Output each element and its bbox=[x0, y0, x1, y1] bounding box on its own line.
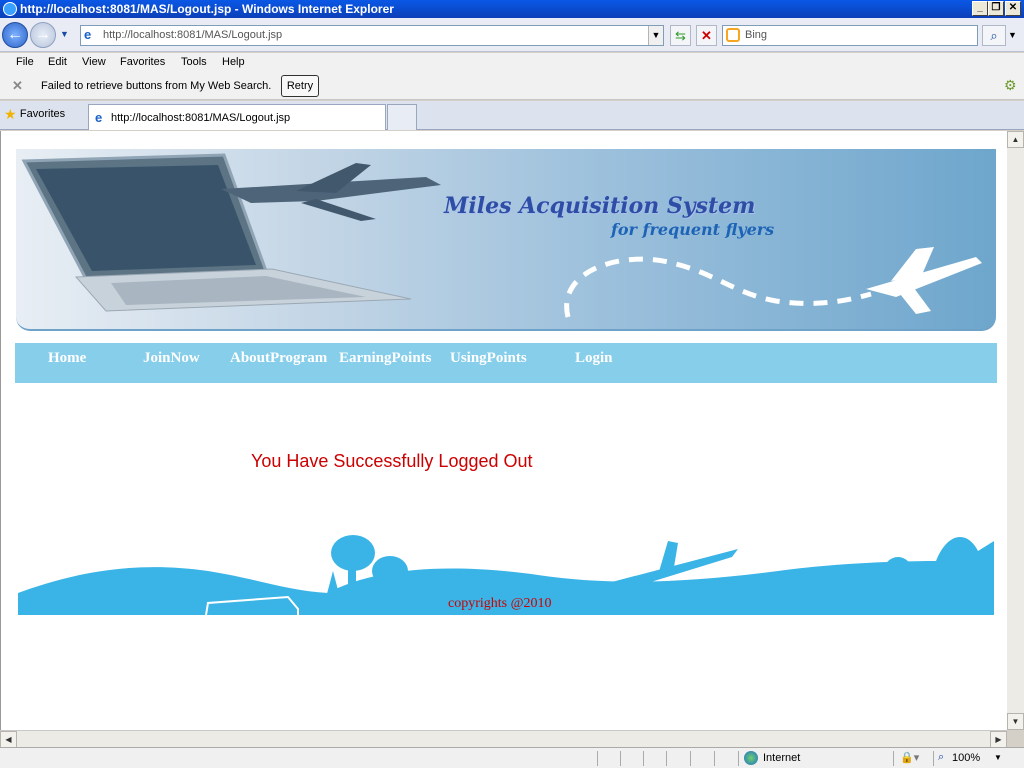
search-options-dropdown[interactable]: ▼ bbox=[1008, 30, 1017, 40]
toolbar-options-icon[interactable]: ⚙ bbox=[1004, 77, 1017, 94]
back-button[interactable]: ← bbox=[2, 22, 28, 48]
toolbar-message: Failed to retrieve buttons from My Web S… bbox=[41, 80, 272, 92]
search-icon: ⌕ bbox=[990, 28, 998, 43]
menu-bar: File Edit View Favorites Tools Help bbox=[0, 53, 1024, 73]
status-divider bbox=[714, 751, 715, 766]
site-banner: Miles Acquisition System for frequent fl… bbox=[16, 149, 996, 331]
status-divider bbox=[690, 751, 691, 766]
address-input[interactable]: http://localhost:8081/MAS/Logout.jsp bbox=[103, 29, 282, 41]
logout-message: You Have Successfully Logged Out bbox=[251, 451, 533, 471]
refresh-icon: ⇆ bbox=[675, 28, 686, 43]
toolbar-info-bar: ✕ Failed to retrieve buttons from My Web… bbox=[0, 73, 1024, 100]
tab-logout[interactable]: e http://localhost:8081/MAS/Logout.jsp bbox=[88, 104, 386, 130]
restore-button[interactable]: ❐ bbox=[988, 1, 1004, 16]
nav-join-now[interactable]: JoinNow bbox=[143, 350, 200, 367]
navigation-bar: ← → ▼ e http://localhost:8081/MAS/Logout… bbox=[0, 18, 1024, 52]
nav-home[interactable]: Home bbox=[48, 350, 86, 367]
refresh-button[interactable]: ⇆ bbox=[670, 25, 691, 46]
address-bar[interactable]: e http://localhost:8081/MAS/Logout.jsp ▼ bbox=[80, 25, 664, 46]
search-input[interactable]: Bing bbox=[745, 29, 767, 41]
status-divider bbox=[738, 751, 739, 766]
status-divider bbox=[597, 751, 598, 766]
menu-view[interactable]: View bbox=[82, 56, 106, 68]
menu-edit[interactable]: Edit bbox=[48, 56, 67, 68]
menu-tools[interactable]: Tools bbox=[181, 56, 207, 68]
scroll-down-icon[interactable]: ▼ bbox=[1007, 713, 1024, 730]
menu-file[interactable]: File bbox=[16, 56, 34, 68]
status-divider bbox=[620, 751, 621, 766]
retry-button[interactable]: Retry bbox=[281, 75, 319, 97]
white-plane-icon bbox=[866, 247, 982, 314]
jet-image bbox=[221, 163, 441, 221]
scroll-up-icon[interactable]: ▲ bbox=[1007, 131, 1024, 148]
ie-icon bbox=[3, 2, 17, 16]
nav-using-points[interactable]: UsingPoints bbox=[450, 350, 527, 367]
favorites-button[interactable]: ★ Favorites bbox=[4, 106, 65, 123]
security-zone: Internet bbox=[763, 752, 801, 764]
status-divider bbox=[643, 751, 644, 766]
bing-logo-icon bbox=[726, 28, 740, 42]
tab-label: http://localhost:8081/MAS/Logout.jsp bbox=[111, 112, 291, 124]
zoom-icon: ⌕ bbox=[938, 751, 945, 763]
footer-scene: copyrights @2010 bbox=[18, 531, 994, 615]
stop-icon: ✕ bbox=[701, 28, 712, 43]
status-divider bbox=[933, 751, 934, 766]
site-nav: Home JoinNow AboutProgram EarningPoints … bbox=[15, 343, 997, 383]
close-toolbar-icon[interactable]: ✕ bbox=[12, 78, 23, 94]
status-divider bbox=[666, 751, 667, 766]
window-title: http://localhost:8081/MAS/Logout.jsp - W… bbox=[20, 2, 394, 16]
forward-arrow-icon: → bbox=[35, 26, 51, 43]
menu-favorites[interactable]: Favorites bbox=[120, 56, 165, 68]
search-button[interactable]: ⌕ bbox=[982, 25, 1006, 46]
new-tab-button[interactable] bbox=[387, 104, 417, 130]
window-title-bar[interactable]: http://localhost:8081/MAS/Logout.jsp - W… bbox=[0, 0, 1024, 18]
page-content: Miles Acquisition System for frequent fl… bbox=[0, 131, 1007, 730]
nav-earning-points[interactable]: EarningPoints bbox=[339, 350, 432, 367]
tab-bar: ★ Favorites e http://localhost:8081/MAS/… bbox=[0, 101, 1024, 130]
forward-button[interactable]: → bbox=[30, 22, 56, 48]
zoom-level[interactable]: 100% bbox=[952, 752, 980, 764]
nav-login[interactable]: Login bbox=[575, 350, 613, 367]
menu-help[interactable]: Help bbox=[222, 56, 245, 68]
close-window-button[interactable]: ✕ bbox=[1005, 1, 1021, 16]
minimize-button[interactable]: _ bbox=[972, 1, 988, 16]
scroll-corner bbox=[1007, 730, 1024, 747]
favorites-label: Favorites bbox=[19, 108, 66, 120]
status-divider bbox=[893, 751, 894, 766]
recent-pages-dropdown[interactable]: ▼ bbox=[60, 29, 69, 39]
scroll-left-icon[interactable]: ◀ bbox=[0, 731, 17, 748]
copyright-text: copyrights @2010 bbox=[448, 596, 552, 611]
globe-icon bbox=[744, 751, 758, 765]
horizontal-scrollbar[interactable]: ◀ ▶ bbox=[0, 730, 1007, 748]
star-icon: ★ bbox=[4, 106, 17, 122]
address-dropdown-button[interactable]: ▼ bbox=[648, 26, 663, 45]
page-icon: e bbox=[95, 110, 103, 125]
nav-about-program[interactable]: AboutProgram bbox=[230, 350, 327, 367]
stop-button[interactable]: ✕ bbox=[696, 25, 717, 46]
banner-artwork bbox=[21, 153, 982, 318]
page-icon: e bbox=[84, 27, 92, 42]
back-arrow-icon: ← bbox=[7, 26, 23, 43]
scroll-right-icon[interactable]: ▶ bbox=[990, 731, 1007, 748]
protected-mode-icon[interactable]: 🔒▾ bbox=[900, 751, 919, 764]
banner-title: Miles Acquisition System bbox=[444, 193, 756, 219]
status-bar: Internet 🔒▾ ⌕ 100% ▼ bbox=[0, 747, 1024, 768]
vertical-scrollbar[interactable]: ▲ ▼ bbox=[1007, 131, 1024, 730]
dashed-flight-path bbox=[564, 256, 872, 318]
zoom-dropdown[interactable]: ▼ bbox=[994, 753, 1002, 762]
banner-subtitle: for frequent flyers bbox=[611, 220, 775, 239]
search-box[interactable]: Bing bbox=[722, 25, 978, 46]
